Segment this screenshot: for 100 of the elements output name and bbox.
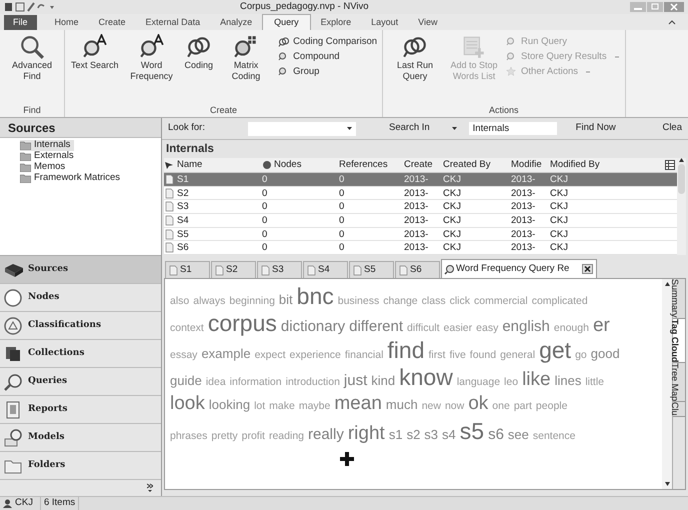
column-header[interactable]: Created By [443, 158, 491, 172]
ribbon-tab[interactable]: Home [44, 15, 89, 30]
folder-item[interactable]: Memos [20, 162, 70, 173]
nav-button[interactable]: Reports [0, 396, 161, 424]
clear-button[interactable]: Clea [662, 121, 682, 136]
find-now-button[interactable]: Find Now [576, 121, 616, 136]
folder-icon [20, 163, 31, 172]
column-header[interactable]: References [339, 158, 388, 172]
document-tab[interactable]: S4 [303, 261, 348, 278]
cloud-word: guide [170, 372, 202, 390]
cloud-word: lines [554, 372, 582, 390]
table-row[interactable]: S3 0 0 2013- CKJ 2013- CKJ [164, 200, 677, 214]
scroll-thumb[interactable] [678, 164, 685, 194]
nav-icon [3, 316, 23, 336]
document-icon [398, 264, 409, 276]
ribbon-tab[interactable]: Analyze [210, 15, 262, 30]
ribbon-button[interactable]: Last Run Query [387, 34, 444, 82]
nav-button[interactable]: Nodes [0, 284, 161, 312]
column-header[interactable]: Nodes [274, 158, 302, 172]
ribbon-button[interactable]: Text Search [69, 34, 121, 71]
cloud-word: just [344, 371, 368, 392]
scrollbar[interactable] [662, 279, 672, 489]
ribbon-button[interactable]: Word Frequency [124, 34, 180, 82]
column-header[interactable]: Name [177, 158, 202, 172]
table-row[interactable]: S6 0 0 2013- CKJ 2013- CKJ [164, 241, 677, 256]
document-tab[interactable]: S5 [349, 261, 394, 278]
scroll-up-icon [664, 282, 670, 286]
close-button[interactable] [664, 2, 684, 12]
table-cell-text: S6 [176, 241, 190, 254]
cloud-word: bit [278, 291, 293, 310]
cloud-word: ok [468, 392, 488, 416]
table-cell-text: CKJ [549, 228, 569, 241]
cloud-word: idea [206, 375, 226, 390]
ribbon-button[interactable]: Matrix Coding [218, 34, 274, 82]
folder-item[interactable]: Internals [20, 140, 74, 151]
scroll-down-icon [664, 482, 670, 486]
table-cell-text: CKJ [549, 186, 569, 200]
column-header[interactable]: Create [404, 158, 433, 172]
cloud-word: s4 [442, 426, 456, 444]
ribbon-button[interactable]: Group [277, 65, 378, 78]
cloud-word: look [170, 392, 205, 416]
maximize-button[interactable] [647, 2, 663, 12]
nav-button[interactable]: Classifications [0, 312, 161, 340]
ribbon-tab[interactable]: Query [262, 14, 311, 30]
column-chooser-icon[interactable] [665, 160, 675, 170]
nav-button[interactable]: Models [0, 424, 161, 452]
ribbon-button[interactable]: Coding [182, 34, 216, 71]
nav-button[interactable]: Queries [0, 368, 161, 396]
ribbon-group-label: Find [22, 104, 42, 117]
ribbon-tab[interactable]: Explore [310, 15, 362, 30]
more-chevron-icon[interactable] [147, 483, 153, 493]
table-row[interactable]: S1 0 0 2013- CKJ 2013- CKJ [164, 173, 677, 187]
cloud-word: s1 [388, 426, 403, 444]
document-tab[interactable]: Word Frequency Query Re [441, 259, 598, 278]
document-tab[interactable]: S1 [165, 261, 210, 278]
folder-item[interactable]: Externals [20, 151, 78, 162]
collapse-ribbon-icon[interactable] [668, 18, 676, 26]
ribbon-tab[interactable]: View [408, 15, 448, 30]
table-cell-text: 2013- [510, 228, 536, 241]
table-cell-text: CKJ [549, 200, 569, 214]
table-cell-text: 2013- [403, 200, 430, 214]
document-tab[interactable]: S2 [211, 261, 256, 278]
document-icon [260, 264, 271, 276]
table-cell-text: 0 [261, 228, 268, 241]
cloud-word: find [387, 338, 425, 362]
table-cell-text: 2013- [403, 241, 430, 254]
document-tab[interactable]: S6 [395, 261, 440, 278]
close-tab-icon[interactable] [582, 264, 594, 274]
nav-button[interactable]: Folders [0, 452, 161, 480]
table-row[interactable]: S5 0 0 2013- CKJ 2013- CKJ [164, 228, 677, 242]
ribbon-button[interactable]: Coding Comparison [277, 35, 378, 48]
folder-icon [20, 141, 31, 150]
column-header[interactable]: Modifie [511, 158, 542, 172]
ribbon-button[interactable]: Compound [277, 50, 378, 63]
document-tab[interactable]: S3 [257, 261, 302, 278]
vertical-tab[interactable]: Clu [673, 402, 685, 417]
column-header[interactable]: Modified By [550, 158, 600, 172]
table-cell-text: CKJ [442, 172, 462, 186]
table-row[interactable]: S2 0 0 2013- CKJ 2013- CKJ [164, 186, 677, 200]
nav-button[interactable]: Sources [0, 256, 161, 284]
ribbon-tab[interactable]: External Data [136, 15, 210, 30]
table-cell-text: 2013- [403, 186, 430, 200]
quick-access-icons[interactable] [4, 2, 56, 12]
cloud-word: s6 [488, 425, 504, 446]
cloud-word: expect [254, 348, 286, 364]
minimize-button[interactable] [630, 2, 646, 12]
scrollbar[interactable] [677, 158, 686, 256]
file-menu-button[interactable]: File [4, 15, 37, 30]
table-row[interactable]: S4 0 0 2013- CKJ 2013- CKJ [164, 214, 677, 228]
dropdown-arrow-icon[interactable] [452, 127, 457, 130]
table-cell-text: S4 [176, 214, 190, 227]
ribbon-tab[interactable]: Layout [361, 15, 408, 30]
ribbon-tab[interactable]: Create [88, 15, 136, 30]
nav-button[interactable]: Collections [0, 340, 161, 368]
cloud-word: get [539, 338, 572, 362]
table-cell-text: CKJ [549, 172, 569, 186]
folder-item[interactable]: Framework Matrices [20, 173, 124, 184]
search-in-field[interactable]: Internals [468, 122, 557, 135]
cloud-word: like [522, 368, 551, 392]
ribbon-button[interactable]: Advanced Find [4, 34, 60, 82]
